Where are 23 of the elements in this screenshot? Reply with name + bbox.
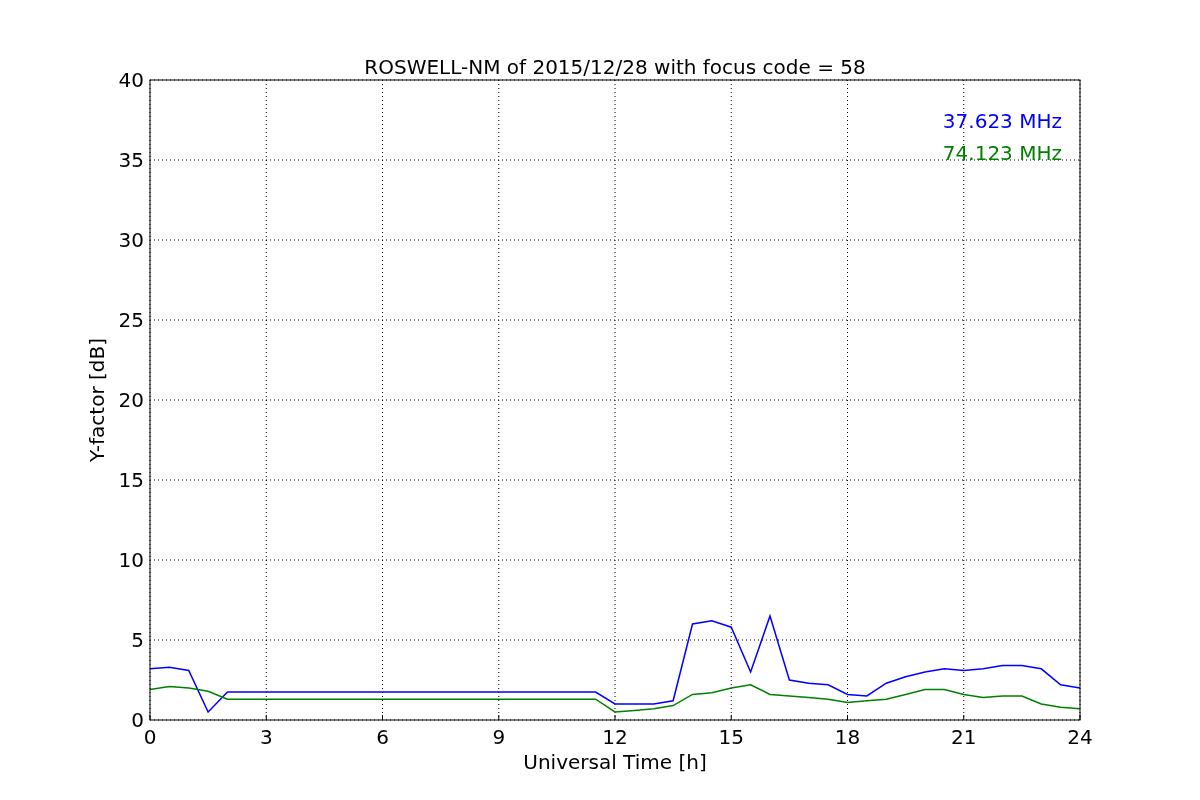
x-tick-label: 9 [492, 725, 506, 749]
x-tick-label: 15 [718, 725, 744, 749]
x-tick-label: 0 [143, 725, 157, 749]
legend-label: 74.123 MHz [942, 141, 1062, 165]
y-tick-label: 25 [118, 308, 144, 332]
y-tick-label: 15 [118, 468, 144, 492]
x-tick-label: 12 [602, 725, 628, 749]
y-tick-label: 10 [118, 548, 144, 572]
x-tick-label: 18 [834, 725, 861, 749]
x-tick-label: 6 [376, 725, 389, 749]
y-tick-label: 20 [118, 388, 144, 412]
y-tick-label: 0 [131, 708, 144, 732]
x-tick-label: 21 [951, 725, 977, 749]
y-axis-label: Y-factor [dB] [85, 338, 109, 462]
y-tick-label: 5 [131, 628, 144, 652]
y-tick-label: 40 [118, 68, 144, 92]
x-axis-label: Universal Time [h] [523, 750, 707, 774]
chart-title: ROSWELL-NM of 2015/12/28 with focus code = 58 [364, 55, 866, 79]
x-tick-label: 3 [259, 725, 273, 749]
y-tick-label: 30 [118, 228, 144, 252]
y-tick-label: 35 [118, 148, 144, 172]
x-tick-label: 24 [1067, 725, 1093, 749]
legend-label: 37.623 MHz [942, 109, 1062, 133]
